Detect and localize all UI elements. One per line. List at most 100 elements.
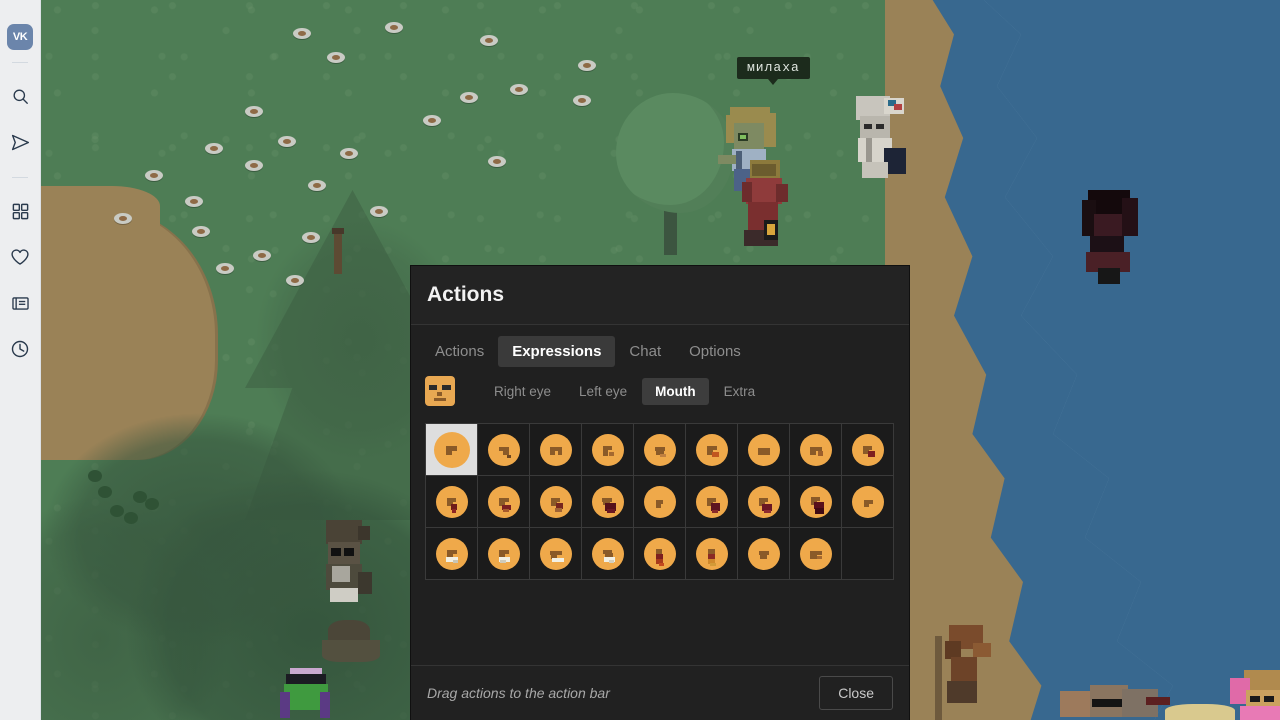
character-black-hair-beach[interactable] — [1080, 190, 1142, 286]
dialog-header: Actions — [411, 266, 909, 325]
bush-decor — [110, 505, 124, 517]
emote-cell-mouth-wide[interactable] — [790, 424, 842, 476]
actions-dialog[interactable]: Actions Actions Expressions Chat Options… — [411, 266, 909, 720]
mouth-pixel — [814, 507, 824, 514]
emote-cell-mouth-fang-white[interactable] — [426, 528, 478, 580]
mouth-pixel — [759, 554, 767, 559]
close-button[interactable]: Close — [819, 676, 893, 710]
bush-decor — [145, 498, 159, 510]
emote-cell-mouth-flat[interactable] — [530, 424, 582, 476]
emote-cell-mouth-teeth-white[interactable] — [478, 528, 530, 580]
tab-options[interactable]: Options — [675, 336, 755, 367]
mouth-pixel — [655, 503, 661, 508]
mouth-pixel — [711, 509, 718, 513]
sidebar-divider-2 — [12, 177, 28, 178]
face-preview-icon[interactable] — [425, 376, 455, 406]
heart-icon[interactable] — [0, 234, 40, 280]
clock-icon[interactable] — [0, 326, 40, 372]
search-icon[interactable] — [0, 73, 40, 119]
character-green-hood[interactable] — [280, 668, 332, 720]
mouth-pixel — [551, 557, 564, 562]
emote-cell-mouth-open-tongue[interactable] — [686, 424, 738, 476]
mouth-pixel — [602, 449, 608, 456]
vk-logo-icon[interactable]: VK — [7, 24, 33, 50]
mouth-closed-curve-icon — [747, 537, 780, 570]
mouth-pixel — [554, 507, 562, 512]
character-red-lantern[interactable] — [740, 160, 796, 260]
rock-decor — [423, 115, 441, 126]
character-sand-mound — [1165, 700, 1235, 720]
character-dark-glasses[interactable] — [318, 520, 376, 610]
character-shadow-blob[interactable] — [322, 620, 382, 666]
mouth-blood-heavy-icon — [591, 485, 624, 518]
tab-actions[interactable]: Actions — [421, 336, 498, 367]
mouth-straight-icon — [747, 433, 780, 466]
forest-canopy — [40, 400, 460, 720]
tab-expressions[interactable]: Expressions — [498, 336, 616, 367]
subtab-right-eye[interactable]: Right eye — [481, 378, 564, 405]
character-pink-girl[interactable] — [1230, 670, 1280, 720]
emote-cell-mouth-small-o[interactable] — [634, 476, 686, 528]
tree-canopy — [616, 93, 734, 213]
emote-cell-mouth-grin[interactable] — [634, 424, 686, 476]
news-icon[interactable] — [0, 280, 40, 326]
send-icon[interactable] — [0, 119, 40, 165]
vk-sidebar: VK — [0, 0, 41, 720]
emote-cell-mouth-blood-dark[interactable] — [790, 476, 842, 528]
emote-cell-mouth-blood-small[interactable] — [842, 424, 894, 476]
mouth-fang-white-icon — [435, 537, 468, 570]
emote-cell-mouth-blood-side[interactable] — [530, 476, 582, 528]
mouth-pixel — [445, 450, 452, 456]
emote-cell-mouth-tiny[interactable] — [842, 476, 894, 528]
mouth-pixel — [711, 451, 719, 457]
mouth-pixel — [757, 451, 770, 455]
emote-cell-mouth-closed-curve[interactable] — [738, 528, 790, 580]
vk-logo-label: VK — [12, 31, 28, 43]
rock-decor — [205, 143, 223, 154]
emote-cell-mouth-blood-spill[interactable] — [738, 476, 790, 528]
subtab-extra[interactable]: Extra — [711, 378, 769, 405]
sidebar-divider-1 — [12, 62, 28, 63]
subtab-mouth[interactable]: Mouth — [642, 377, 709, 405]
emote-cell-mouth-blood-drip[interactable] — [426, 476, 478, 528]
subtab-bar: Right eye Left eye Mouth Extra — [411, 367, 909, 406]
emote-grid[interactable] — [425, 423, 894, 580]
tab-chat[interactable]: Chat — [615, 336, 675, 367]
mouth-pixel — [867, 450, 875, 457]
mouth-blood-small-icon — [851, 433, 884, 466]
mouth-small-o-icon — [643, 485, 676, 518]
rock-decor — [480, 35, 498, 46]
character-grey-beast[interactable] — [1060, 685, 1180, 720]
mouth-pixel — [451, 508, 456, 513]
emote-cell-mouth-smirk[interactable] — [478, 424, 530, 476]
emote-cell-mouth-open-small[interactable] — [582, 424, 634, 476]
emote-cell-mouth-blood-wide[interactable] — [686, 476, 738, 528]
emote-cell-mouth-straight[interactable] — [738, 424, 790, 476]
mouth-grin-icon — [643, 433, 676, 466]
tab-bar: Actions Expressions Chat Options — [411, 325, 909, 367]
mouth-pixel — [549, 450, 555, 455]
rock-decor — [370, 206, 388, 217]
character-white-hood[interactable] — [850, 96, 912, 188]
emote-cell-mouth-closed-flat[interactable] — [790, 528, 842, 580]
rock-decor — [327, 52, 345, 63]
subtab-left-eye[interactable]: Left eye — [566, 378, 640, 405]
emote-cell-mouth-teeth-wide[interactable] — [530, 528, 582, 580]
mouth-blood-dark-icon — [799, 485, 832, 518]
emote-cell-mouth-vampire-red[interactable] — [634, 528, 686, 580]
emote-cell-mouth-vampire-orange[interactable] — [686, 528, 738, 580]
rock-decor — [510, 84, 528, 95]
emote-cell-mouth-blood-heavy[interactable] — [582, 476, 634, 528]
emote-grid-wrap — [411, 406, 909, 580]
apps-grid-icon[interactable] — [0, 188, 40, 234]
mouth-teeth-white-icon — [487, 537, 520, 570]
footer-hint: Drag actions to the action bar — [427, 685, 610, 701]
emote-cell-mouth-neutral[interactable] — [426, 424, 478, 476]
rock-decor — [488, 156, 506, 167]
mouth-neutral-icon — [433, 431, 470, 468]
mouth-tiny-icon — [851, 485, 884, 518]
rock-decor — [185, 196, 203, 207]
emote-cell-mouth-teeth-grin[interactable] — [582, 528, 634, 580]
emote-cell-mouth-blood-lower[interactable] — [478, 476, 530, 528]
character-brown-beast[interactable] — [945, 625, 993, 705]
